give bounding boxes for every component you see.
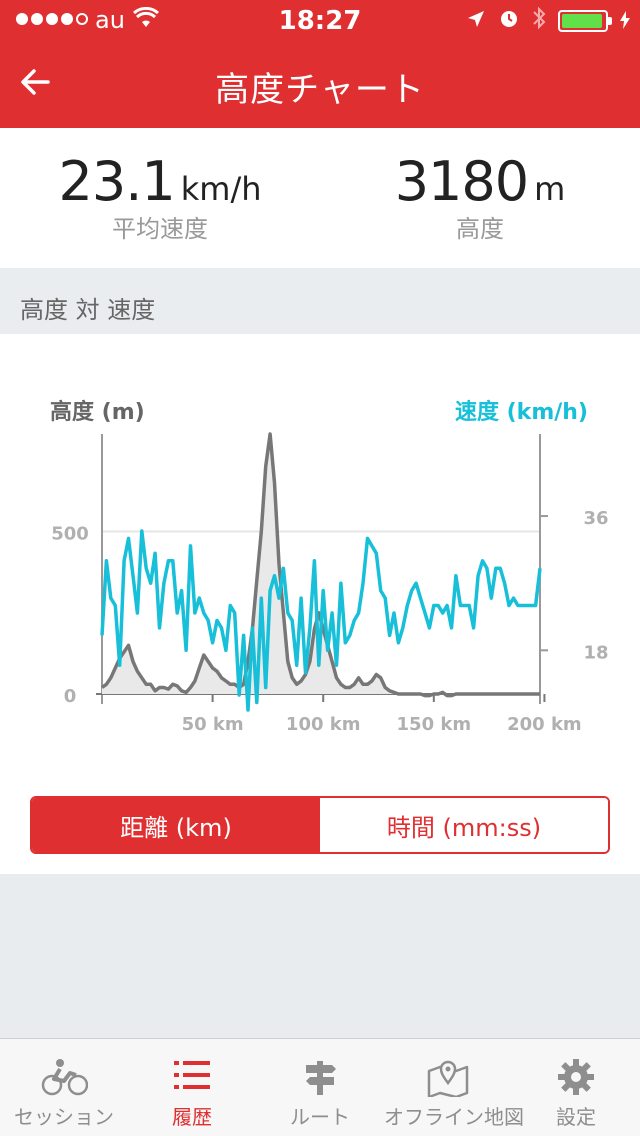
tab-session-label: セッション — [14, 1105, 114, 1129]
tab-route[interactable]: ルート — [256, 1039, 384, 1136]
tab-bar: セッション 履歴 ルート オフライン地図 設定 — [0, 1038, 640, 1136]
avg-speed-unit: km/h — [180, 170, 262, 208]
gear-icon — [556, 1057, 596, 1101]
x-tick-label: 50 km — [182, 714, 244, 735]
charging-bolt-icon — [620, 7, 630, 35]
list-icon — [172, 1057, 212, 1097]
tab-history[interactable]: 履歴 — [128, 1039, 256, 1136]
alarm-clock-icon — [498, 7, 520, 35]
chart-card: 高度 (m) 速度 (km/h) 0 500 18 36 50 km 100 km 150 … — [0, 334, 640, 874]
x-tick-label: 100 km — [286, 714, 361, 735]
map-pin-icon — [426, 1057, 470, 1101]
left-tick-label: 0 — [64, 686, 77, 707]
altitude-value: 3180 — [394, 150, 529, 213]
altitude-stat: 3180 m 高度 — [320, 150, 640, 244]
right-tick-label: 18 — [583, 642, 608, 663]
right-tick-label: 36 — [583, 508, 608, 529]
page-title: 高度チャート — [215, 70, 425, 110]
altitude-label: 高度 — [456, 215, 504, 243]
location-arrow-icon — [466, 7, 486, 35]
time-mode-button[interactable]: 時間 (mm:ss) — [320, 798, 608, 852]
left-tick-label: 500 — [51, 524, 89, 545]
battery-icon — [558, 10, 612, 32]
x-tick-label: 150 km — [397, 714, 472, 735]
signpost-icon — [302, 1057, 338, 1101]
stats-panel: 23.1 km/h 平均速度 3180 m 高度 — [0, 128, 640, 268]
tab-route-label: ルート — [290, 1105, 350, 1129]
x-axis-mode-toggle: 距離 (km) 時間 (mm:ss) — [30, 796, 610, 854]
cyclist-icon — [40, 1057, 89, 1101]
altitude-unit: m — [534, 170, 566, 208]
section-header: 高度 対 速度 — [0, 268, 640, 334]
bluetooth-icon — [532, 6, 546, 36]
distance-mode-button[interactable]: 距離 (km) — [32, 798, 320, 852]
avg-speed-label: 平均速度 — [112, 215, 208, 243]
avg-speed-value: 23.1 — [58, 150, 176, 213]
nav-bar: 高度チャート — [0, 40, 640, 128]
section-title: 高度 対 速度 — [20, 296, 156, 324]
altitude-axis-title: 高度 (m) — [50, 400, 145, 425]
altitude-speed-chart: 0 500 18 36 50 km 100 km 150 km 200 km — [51, 432, 609, 735]
status-bar: au 18:27 — [0, 0, 640, 40]
tab-settings-label: 設定 — [556, 1105, 596, 1129]
tab-session[interactable]: セッション — [0, 1039, 128, 1136]
tab-settings[interactable]: 設定 — [512, 1039, 640, 1136]
avg-speed-stat: 23.1 km/h 平均速度 — [0, 150, 320, 244]
app-header: au 18:27 高度チャート — [0, 0, 640, 128]
tab-offline-map-label: オフライン地図 — [384, 1105, 524, 1129]
tab-offline-map[interactable]: オフライン地図 — [384, 1039, 524, 1136]
x-tick-label: 200 km — [507, 714, 582, 735]
tab-history-label: 履歴 — [172, 1105, 212, 1129]
speed-axis-title: 速度 (km/h) — [454, 400, 588, 425]
